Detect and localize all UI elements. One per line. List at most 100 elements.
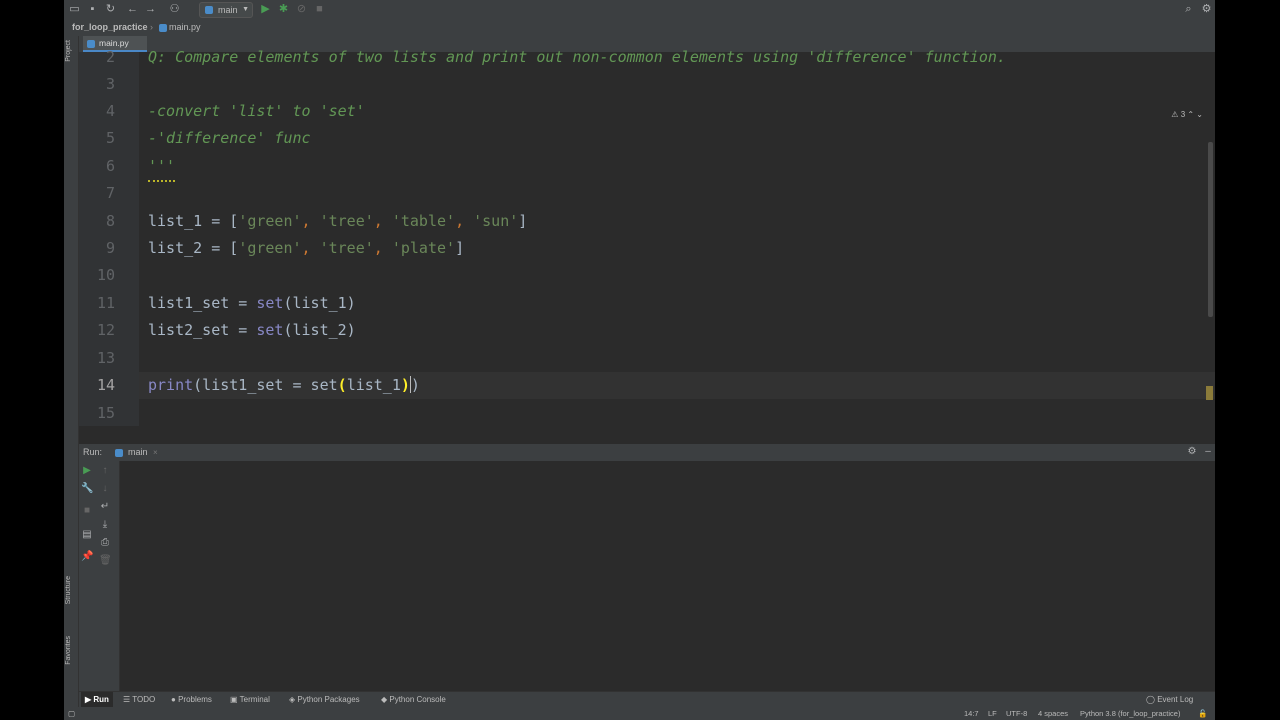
breadcrumb: for_loop_practice › main.py xyxy=(64,19,1215,37)
code-line-text: list_1 = ['green', 'tree', 'table', 'sun… xyxy=(148,212,528,230)
code-line: 10 xyxy=(97,262,1215,289)
python-file-icon xyxy=(115,449,123,457)
status-bar: ▢ 14:7 LF UTF-8 4 spaces Python 3.8 (for… xyxy=(64,707,1215,720)
rerun-icon[interactable]: ▶ xyxy=(81,465,93,477)
tool-window-bar: ▶ Run ☰ TODO ● Problems ▣ Terminal ◈ Pyt… xyxy=(79,691,1215,708)
code-line-text: list_2 = ['green', 'tree', 'plate'] xyxy=(148,239,465,257)
minimize-icon[interactable]: – xyxy=(1202,446,1214,458)
close-icon[interactable]: × xyxy=(153,444,158,461)
run-tab-label: main xyxy=(128,447,148,457)
warning-stripe-marker[interactable] xyxy=(1206,386,1213,400)
down-arrow-icon[interactable]: ↓ xyxy=(99,483,111,495)
up-arrow-icon[interactable]: ↑ xyxy=(99,465,111,477)
run-panel-title: Run: xyxy=(83,447,103,457)
stop-icon[interactable]: ■ xyxy=(313,3,326,16)
vcs-icon[interactable]: ⚇ xyxy=(168,3,181,16)
structure-tool-button[interactable]: Structure xyxy=(65,576,72,604)
run-configuration-select[interactable]: main ▼ xyxy=(199,2,253,18)
search-icon[interactable]: ⌕ xyxy=(1182,3,1195,16)
tool-tab-run[interactable]: ▶ Run xyxy=(81,692,113,708)
line-number: 9 xyxy=(105,239,115,257)
code-line: 3 xyxy=(106,71,1215,98)
debug-icon[interactable]: ✱ xyxy=(277,3,290,16)
project-tool-button[interactable]: Project xyxy=(65,40,72,62)
file-encoding[interactable]: UTF-8 xyxy=(1006,707,1027,720)
indent-setting[interactable]: 4 spaces xyxy=(1038,707,1068,720)
code-line-text: list2_set = set(list_2) xyxy=(148,321,356,339)
python-file-icon xyxy=(159,24,167,32)
line-number: 3 xyxy=(105,75,115,93)
code-line: 4 -convert 'list' to 'set' xyxy=(106,98,1215,125)
tool-tab-terminal[interactable]: ▣ Terminal xyxy=(230,692,270,708)
code-line-current: 14 print(list1_set = set(list_1)) xyxy=(97,372,1215,399)
line-number: 11 xyxy=(96,294,115,312)
forward-icon[interactable]: → xyxy=(144,3,157,16)
breadcrumb-file[interactable]: main.py xyxy=(169,19,201,36)
caret-position[interactable]: 14:7 xyxy=(964,707,979,720)
pin-icon[interactable]: 📌 xyxy=(81,551,93,563)
open-folder-icon[interactable]: ▭ xyxy=(68,3,81,16)
save-icon[interactable]: ▪ xyxy=(86,3,99,16)
line-number: 15 xyxy=(96,404,115,422)
scroll-to-end-icon[interactable]: ⤓ xyxy=(99,519,111,531)
tool-tab-todo[interactable]: ☰ TODO xyxy=(123,692,155,708)
left-tool-strip: Project Structure Favorites xyxy=(64,36,79,720)
tool-tab-python-packages[interactable]: ◈ Python Packages xyxy=(289,692,360,708)
gear-icon[interactable]: ⚙ xyxy=(1186,446,1198,458)
line-number: 8 xyxy=(105,212,115,230)
tool-tab-problems[interactable]: ● Problems xyxy=(171,692,212,708)
print-icon[interactable]: ⎙ xyxy=(99,537,111,549)
soft-wrap-icon[interactable]: ↵ xyxy=(99,501,111,513)
layout-icon[interactable]: ▤ xyxy=(81,529,93,541)
code-editor[interactable]: ⚠ 3 ⌃ ⌄ 2 Q: Compare elements of two lis… xyxy=(97,48,1215,427)
wrench-icon[interactable]: 🔧 xyxy=(81,483,93,495)
run-toolbar: ▶ ↑ 🔧 ↓ ■ ↵ ⤓ ▤ ⎙ 📌 🗑 xyxy=(79,461,120,691)
settings-icon[interactable]: ⚙ xyxy=(1200,3,1213,16)
line-separator[interactable]: LF xyxy=(988,707,997,720)
chevron-right-icon: › xyxy=(150,22,153,32)
run-panel-header: Run: main × ⚙ – xyxy=(79,444,1215,461)
back-icon[interactable]: ← xyxy=(126,3,139,16)
code-line: 15 xyxy=(97,400,1215,427)
editor-scrollbar[interactable] xyxy=(1208,142,1213,317)
favorites-tool-button[interactable]: Favorites xyxy=(65,636,72,665)
run-console-output[interactable] xyxy=(120,461,1215,691)
code-line: 9 list_2 = ['green', 'tree', 'plate'] xyxy=(106,235,1215,262)
code-line-text: Q: Compare elements of two lists and pri… xyxy=(148,48,1006,66)
run-icon[interactable]: ▶ xyxy=(259,3,272,16)
ide-window: ▭ ▪ ↻ ← → ⚇ main ▼ ▶ ✱ ⊘ ■ ⌕ ⚙ for_loop_… xyxy=(64,0,1215,720)
code-line-text: -convert 'list' to 'set' xyxy=(148,102,365,120)
code-line: 11 list1_set = set(list_1) xyxy=(97,290,1215,317)
chevron-down-icon: ▼ xyxy=(242,6,249,13)
run-configuration-label: main xyxy=(218,5,238,15)
breadcrumb-project[interactable]: for_loop_practice xyxy=(72,19,148,36)
python-file-icon xyxy=(205,6,213,14)
line-number: 6 xyxy=(105,157,115,175)
code-line: 2 Q: Compare elements of two lists and p… xyxy=(106,44,1215,71)
code-line: 6 ''' xyxy=(106,153,1215,182)
sync-icon[interactable]: ↻ xyxy=(104,3,117,16)
line-number: 13 xyxy=(96,349,115,367)
event-log-button[interactable]: ◯ Event Log xyxy=(1146,692,1193,708)
stop-icon[interactable]: ■ xyxy=(81,505,93,517)
line-number: 14 xyxy=(96,376,115,394)
code-line-text: -'difference' func xyxy=(148,129,311,147)
tool-tab-python-console[interactable]: ◆ Python Console xyxy=(381,692,446,708)
python-interpreter[interactable]: Python 3.8 (for_loop_practice) xyxy=(1080,707,1180,720)
code-line: 8 list_1 = ['green', 'tree', 'table', 's… xyxy=(106,208,1215,235)
code-line: 5 -'difference' func xyxy=(106,125,1215,152)
line-number: 5 xyxy=(105,129,115,147)
code-line-text: list1_set = set(list_1) xyxy=(148,294,356,312)
line-number: 2 xyxy=(105,48,115,66)
code-line: 13 xyxy=(97,345,1215,372)
coverage-icon[interactable]: ⊘ xyxy=(295,3,308,16)
code-line-text: ''' xyxy=(148,153,176,182)
trash-icon[interactable]: 🗑 xyxy=(99,555,112,567)
lock-icon[interactable]: 🔓 xyxy=(1198,707,1207,720)
code-line: 12 list2_set = set(list_2) xyxy=(97,317,1215,344)
code-line: 7 xyxy=(106,180,1215,207)
layout-toggle-icon[interactable]: ▢ xyxy=(68,707,75,720)
line-number: 7 xyxy=(105,184,115,202)
line-number: 10 xyxy=(96,266,115,284)
main-toolbar: ▭ ▪ ↻ ← → ⚇ main ▼ ▶ ✱ ⊘ ■ ⌕ ⚙ xyxy=(64,0,1215,19)
